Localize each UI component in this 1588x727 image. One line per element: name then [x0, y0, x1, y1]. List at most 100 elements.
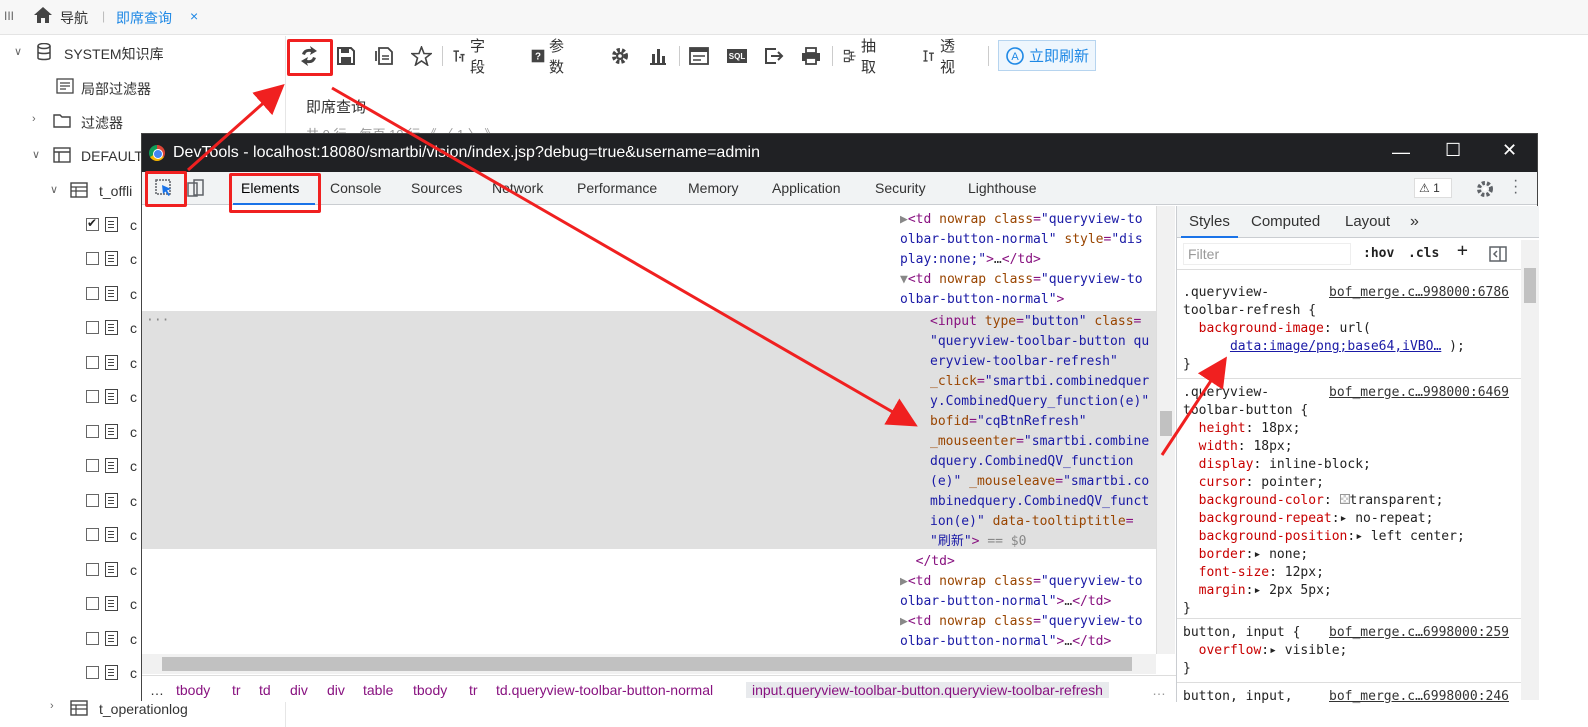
field-button[interactable]: 字段 [452, 38, 491, 76]
field-label[interactable]: c [130, 665, 137, 681]
styles-scrollbar[interactable] [1521, 240, 1539, 700]
horizontal-scrollbar[interactable] [142, 654, 1156, 674]
tree-item-t-offline[interactable]: t_offli [99, 183, 132, 199]
warning-badge[interactable]: ⚠ 1 [1414, 178, 1452, 198]
sql-button[interactable]: SQL [726, 40, 748, 72]
tree-item-t-operationlog[interactable]: t_operationlog [99, 701, 188, 717]
breadcrumb-item[interactable]: td [259, 682, 271, 698]
tab-console[interactable]: Console [330, 180, 381, 196]
close-icon[interactable]: ✕ [1502, 140, 1517, 161]
field-label[interactable]: c [130, 493, 137, 509]
save-as-button[interactable] [374, 40, 394, 72]
field-checkbox[interactable] [86, 425, 99, 438]
more-tabs-icon[interactable]: » [1410, 213, 1419, 231]
field-label[interactable]: c [130, 527, 137, 543]
field-label[interactable]: c [130, 320, 137, 336]
nav-link[interactable]: 导航 [60, 8, 88, 28]
param-button[interactable]: ? 参数 [531, 38, 570, 76]
chevron-right-icon[interactable]: › [50, 700, 54, 712]
tab-memory[interactable]: Memory [688, 180, 739, 196]
tree-item-default[interactable]: DEFAULT [81, 148, 143, 164]
breadcrumb-item[interactable]: table [363, 682, 393, 698]
field-checkbox[interactable] [86, 287, 99, 300]
field-label[interactable]: c [130, 562, 137, 578]
settings-button[interactable] [610, 40, 630, 72]
gear-icon[interactable] [1475, 179, 1495, 199]
dom-tree-code[interactable]: </td> ▶<td nowrap class="queryview-to ol… [900, 552, 1143, 652]
field-checkbox[interactable] [86, 356, 99, 369]
field-label[interactable]: c [130, 251, 137, 267]
breadcrumb-item[interactable]: tr [469, 682, 478, 698]
favorite-button[interactable] [411, 40, 432, 72]
hov-toggle[interactable]: :hov [1363, 245, 1394, 263]
tab-query[interactable]: 即席查询 [116, 8, 172, 28]
tab-layout[interactable]: Layout [1345, 213, 1390, 230]
source-link[interactable]: bof_merge.c…998000:6786 [1329, 284, 1509, 302]
pivot-button[interactable]: 透视 [922, 38, 961, 76]
source-link[interactable]: bof_merge.c…998000:6469 [1329, 384, 1509, 402]
node-ellipsis[interactable]: ··· [146, 311, 169, 331]
close-tab-icon[interactable]: × [190, 8, 198, 24]
source-link[interactable]: bof_merge.c…6998000:259 [1329, 624, 1509, 642]
field-label[interactable]: c [130, 596, 137, 612]
tab-styles[interactable]: Styles [1181, 213, 1238, 238]
tab-performance[interactable]: Performance [577, 180, 657, 196]
field-checkbox[interactable] [86, 563, 99, 576]
cls-toggle[interactable]: .cls [1408, 245, 1439, 263]
breadcrumb-item[interactable]: div [327, 682, 345, 698]
field-checkbox[interactable] [86, 321, 99, 334]
breadcrumb-item[interactable]: … [1152, 682, 1166, 698]
source-link[interactable]: bof_merge.c…6998000:246 [1329, 688, 1509, 706]
breadcrumb-item[interactable]: div [290, 682, 308, 698]
breadcrumb-item[interactable]: tbody [413, 682, 447, 698]
tab-application[interactable]: Application [772, 180, 841, 196]
field-label[interactable]: c [130, 286, 137, 302]
print-button[interactable] [801, 40, 821, 72]
css-rule-toolbar-button[interactable]: .queryview- toolbar-button { height: 18p… [1183, 384, 1465, 618]
css-rule-button-input[interactable]: button, input { overflow:▸ visible; } [1183, 624, 1347, 678]
field-label[interactable]: c [130, 355, 137, 371]
breadcrumb-item[interactable]: tbody [176, 682, 210, 698]
breadcrumb-item-selected[interactable]: input.queryview-toolbar-button.queryview… [746, 682, 1109, 698]
field-checkbox[interactable] [86, 252, 99, 265]
styles-filter-input[interactable]: Filter [1183, 243, 1351, 265]
tab-sources[interactable]: Sources [411, 180, 462, 196]
field-label[interactable]: c [130, 424, 137, 440]
field-checkbox[interactable] [86, 528, 99, 541]
toggle-sidebar-icon[interactable] [1489, 246, 1507, 262]
layout-button[interactable] [689, 40, 709, 72]
field-label[interactable]: c [130, 631, 137, 647]
field-label[interactable]: c [130, 389, 137, 405]
chevron-down-icon[interactable]: ∨ [14, 45, 22, 58]
minimize-icon[interactable]: — [1392, 142, 1410, 163]
field-checkbox[interactable] [86, 459, 99, 472]
field-checkbox[interactable] [86, 390, 99, 403]
chevron-down-icon[interactable]: ∨ [32, 148, 40, 161]
add-rule-icon[interactable]: + [1457, 242, 1468, 260]
breadcrumb-item[interactable]: … [150, 682, 164, 698]
tab-security[interactable]: Security [875, 180, 926, 196]
selected-input-code[interactable]: <input type="button" class= "queryview-t… [930, 312, 1149, 552]
device-toolbar-icon[interactable] [186, 178, 206, 198]
field-label[interactable]: c [130, 217, 137, 233]
field-checkbox[interactable] [86, 216, 99, 231]
css-rule-button-input-more[interactable]: button, input, [1183, 688, 1293, 706]
menu-icon[interactable]: III [4, 9, 14, 23]
vertical-scrollbar[interactable] [1156, 206, 1175, 654]
field-checkbox[interactable] [86, 666, 99, 679]
tree-item-filter[interactable]: 过滤器 [81, 113, 123, 133]
tab-lighthouse[interactable]: Lighthouse [968, 180, 1037, 196]
home-icon[interactable] [33, 6, 53, 24]
breadcrumb-item[interactable]: tr [232, 682, 241, 698]
field-checkbox[interactable] [86, 494, 99, 507]
dom-tree-code[interactable]: ▶<td nowrap class="queryview-to olbar-bu… [900, 210, 1143, 310]
export-button[interactable] [764, 40, 784, 72]
save-button[interactable] [336, 40, 356, 72]
refresh-now-button[interactable]: A 立即刷新 [998, 40, 1096, 71]
tree-item-system[interactable]: SYSTEM知识库 [64, 44, 164, 64]
chevron-right-icon[interactable]: › [32, 113, 36, 125]
tab-network[interactable]: Network [492, 180, 543, 196]
scroll-thumb[interactable] [1524, 268, 1536, 303]
chart-button[interactable] [648, 40, 668, 72]
breadcrumb-item[interactable]: td.queryview-toolbar-button-normal [496, 682, 713, 698]
